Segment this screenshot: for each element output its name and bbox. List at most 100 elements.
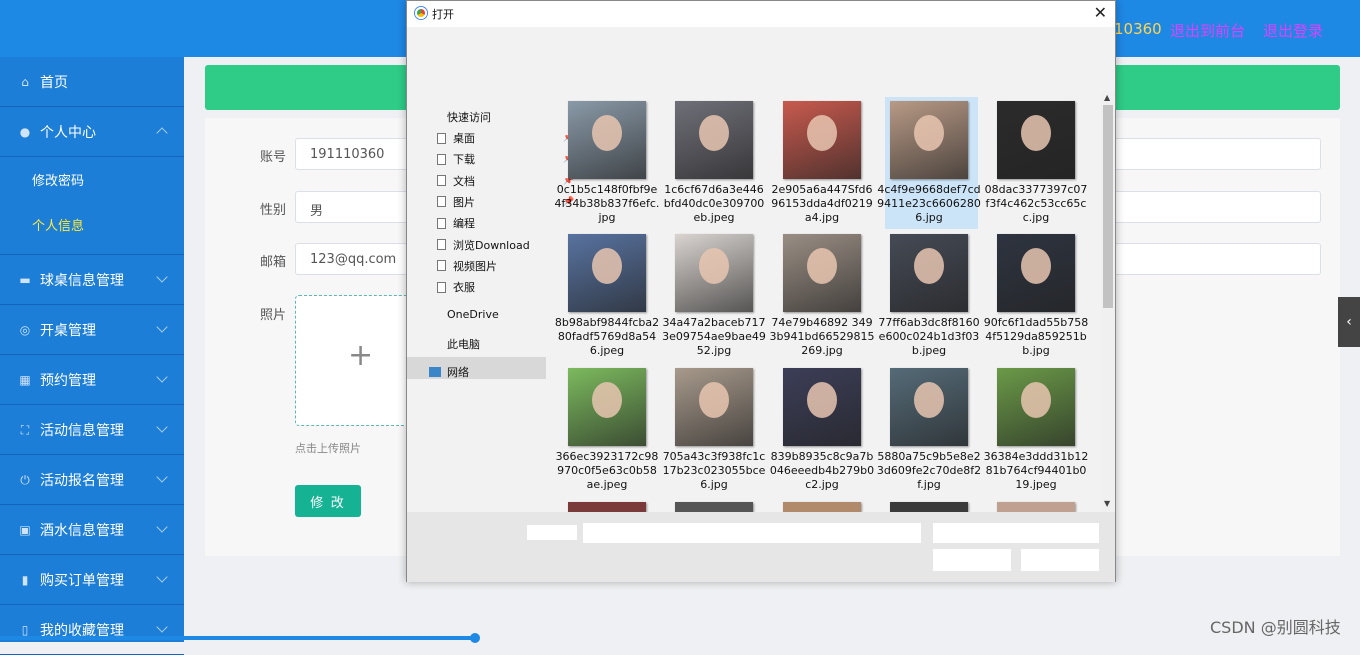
file-name[interactable]: 08dac3377397c07f3f4c462c53cc65cc.jpg xyxy=(983,183,1089,225)
nav-item[interactable]: 下载📌 xyxy=(437,151,577,167)
file-thumbnail-partial[interactable] xyxy=(890,502,968,512)
sidebar-item-label: 购买订单管理 xyxy=(40,572,124,589)
vertical-scrollbar[interactable]: ▲ ▼ xyxy=(1101,91,1115,512)
scroll-down-icon[interactable]: ▼ xyxy=(1104,499,1110,508)
sidebar-item[interactable]: ⛶ 活动信息管理 xyxy=(0,405,184,455)
file-thumbnail[interactable] xyxy=(675,101,753,179)
file-thumbnail[interactable] xyxy=(890,234,968,312)
filetype-select[interactable] xyxy=(933,523,1099,543)
nav-label: 衣服 xyxy=(453,281,475,295)
file-thumbnail[interactable] xyxy=(568,101,646,179)
sidebar-item[interactable]: ▮ 购买订单管理 xyxy=(0,555,184,605)
sidebar-item-label: 开桌管理 xyxy=(40,322,96,339)
account-label: 账号 xyxy=(260,150,287,165)
file-thumbnail[interactable] xyxy=(890,101,968,179)
nav-label: 文档 xyxy=(453,174,475,188)
photo-subject xyxy=(914,115,944,151)
submit-button[interactable]: 修 改 xyxy=(295,485,361,517)
file-thumbnail-partial[interactable] xyxy=(997,502,1075,512)
file-thumbnail[interactable] xyxy=(568,368,646,446)
sidebar-item[interactable]: ◎ 开桌管理 xyxy=(0,305,184,355)
file-thumbnail-partial[interactable] xyxy=(783,502,861,512)
sidebar-item[interactable]: ▯ 我的收藏管理 xyxy=(0,605,184,655)
file-thumbnail[interactable] xyxy=(783,234,861,312)
file-name[interactable]: 8b98abf9844fcba280fadf5769d8a546.jpeg xyxy=(554,316,660,358)
sidebar-item-label: 球桌信息管理 xyxy=(40,272,124,289)
home-icon: ⌂ xyxy=(21,74,29,89)
nav-label: 快速访问 xyxy=(447,111,491,124)
sidebar-item[interactable]: ⌂ 首页 xyxy=(0,57,184,107)
file-name[interactable]: 2e905a6a447Sfd696153dda4df0219a4.jpg xyxy=(769,183,875,225)
file-thumbnail[interactable] xyxy=(675,368,753,446)
file-thumbnail[interactable] xyxy=(783,101,861,179)
close-icon[interactable]: ✕ xyxy=(1094,3,1107,22)
scroll-up-icon[interactable]: ▲ xyxy=(1104,93,1110,102)
folder-icon xyxy=(437,132,446,144)
nav-item[interactable]: 桌面📌 xyxy=(437,130,577,146)
file-thumbnail[interactable] xyxy=(675,234,753,312)
file-thumbnail-partial[interactable] xyxy=(568,502,646,512)
scrollbar-thumb[interactable] xyxy=(1103,105,1113,308)
file-thumbnail[interactable] xyxy=(997,234,1075,312)
nav-label: 网络 xyxy=(447,366,469,379)
file-thumbnail[interactable] xyxy=(568,234,646,312)
sidebar-item-label: 酒水信息管理 xyxy=(40,522,124,539)
nav-item[interactable]: 衣服 xyxy=(437,279,577,295)
file-thumbnail[interactable] xyxy=(890,368,968,446)
file-name[interactable]: 366ec3923172c98970c0f5e63c0b58ae.jpeg xyxy=(554,450,660,492)
file-name[interactable]: 839b8935c8c9a7b046eeedb4b279b0c2.jpg xyxy=(769,450,875,492)
sidebar-item[interactable]: ▦ 预约管理 xyxy=(0,355,184,405)
file-thumbnail[interactable] xyxy=(997,101,1075,179)
filename-input[interactable] xyxy=(583,523,921,543)
chevron-down-icon xyxy=(156,371,168,383)
nav-label: 视频图片 xyxy=(453,259,497,273)
user-id-text: 10360 xyxy=(1114,20,1162,38)
gender-label: 性别 xyxy=(260,203,287,218)
file-thumbnail-partial[interactable] xyxy=(675,502,753,512)
dialog-body: 快速访问桌面📌下载📌文档📌图片📌编程浏览Download视频图片衣服OneDri… xyxy=(407,27,1115,512)
nav-item[interactable]: 视频图片 xyxy=(437,258,577,274)
photo-subject xyxy=(1021,115,1051,151)
file-name[interactable]: 0c1b5c148f0fbf9e4f34b38b837f6efc.jpg xyxy=(554,183,660,225)
chevron-up-icon xyxy=(156,127,168,139)
nav-label: 编程 xyxy=(453,217,475,231)
file-thumbnail[interactable] xyxy=(997,368,1075,446)
dialog-footer xyxy=(407,512,1115,582)
sidebar-item[interactable]: ⏻ 活动报名管理 xyxy=(0,455,184,505)
photo-subject xyxy=(1021,248,1051,284)
file-open-dialog: 打开 ✕ 快速访问桌面📌下载📌文档📌图片📌编程浏览Download视频图片衣服O… xyxy=(406,0,1116,582)
right-panel-toggle[interactable]: ‹ xyxy=(1338,297,1360,347)
nav-network[interactable]: 网络 xyxy=(429,364,587,380)
file-name[interactable]: 77ff6ab3dc8f8160e600c024b1d3f03b.jpeg xyxy=(876,316,982,358)
file-name[interactable]: 74e79b46892 3493b941bd66529815269.jpg xyxy=(769,316,875,358)
file-name[interactable]: 5880a75c9b5e8e23d609fe2c70de8f2f.jpg xyxy=(876,450,982,492)
open-button[interactable] xyxy=(933,549,1011,571)
photo-subject xyxy=(699,115,729,151)
file-name[interactable]: 4c4f9e9668def7cd9411e23c66062806.jpg xyxy=(876,183,982,225)
back-to-front-link[interactable]: 退出到前台 xyxy=(1170,20,1245,41)
logout-link[interactable]: 退出登录 xyxy=(1263,20,1323,41)
photo-subject xyxy=(807,248,837,284)
sidebar-item[interactable]: ▣ 酒水信息管理 xyxy=(0,505,184,555)
photo-subject xyxy=(914,382,944,418)
folder-icon xyxy=(437,281,446,293)
sidebar-item[interactable]: ● 个人中心 xyxy=(0,107,184,157)
nav-label: 浏览Download xyxy=(453,238,530,252)
power-icon: ⏻ xyxy=(20,472,30,487)
sidebar-subitem[interactable]: 个人信息 xyxy=(0,202,184,247)
file-thumbnail[interactable] xyxy=(783,368,861,446)
bar-chart-icon: ▮ xyxy=(21,572,29,587)
photo-subject xyxy=(807,382,837,418)
file-name[interactable]: 34a47a2baceb7173e09754ae9bae4952.jpg xyxy=(661,316,767,358)
sidebar-item[interactable]: ▬ 球桌信息管理 xyxy=(0,255,184,305)
file-name[interactable]: 1c6cf67d6a3e446bfd40dc0e309700eb.jpeg xyxy=(661,183,767,225)
cancel-button[interactable] xyxy=(1021,549,1099,571)
photo-subject xyxy=(592,115,622,151)
nav-quick-access[interactable]: 快速访问 xyxy=(447,109,587,125)
file-name[interactable]: 705a43c3f938fc1c17b23c023055bce6.jpg xyxy=(661,450,767,492)
sidebar-subitem[interactable]: 修改密码 xyxy=(0,157,184,202)
file-name[interactable]: 90fc6f1dad55b7584f5129da859251bb.jpg xyxy=(983,316,1089,358)
network-icon xyxy=(429,367,441,377)
nav-item[interactable]: 浏览Download xyxy=(437,237,577,253)
file-name[interactable]: 36384e3ddd31b1281b764cf94401b019.jpeg xyxy=(983,450,1089,492)
